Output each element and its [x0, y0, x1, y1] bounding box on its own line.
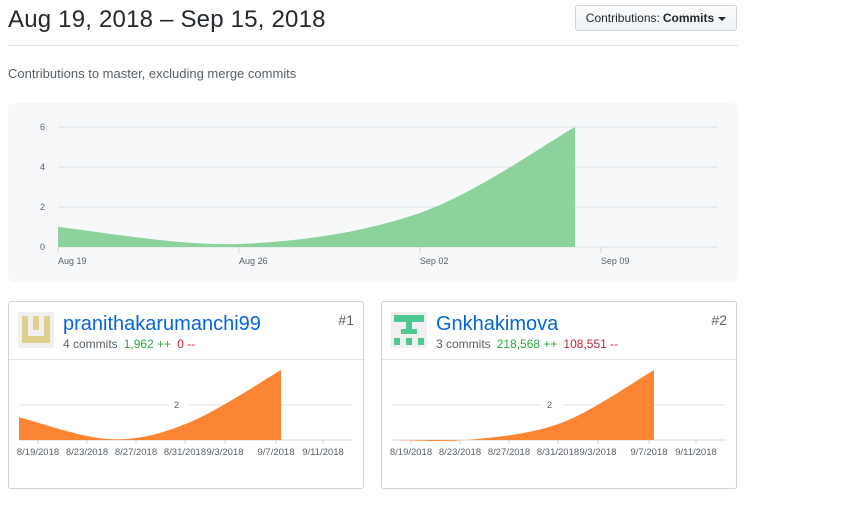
avatar-block	[33, 316, 39, 330]
contributor-header: pranithakarumanchi99 #1 4 commits 1,962 +…	[9, 302, 363, 360]
contributor-rank: #2	[711, 312, 727, 328]
x-tick-label: 9/7/2018	[631, 447, 668, 458]
avatar-block	[394, 338, 400, 345]
y-tick-label: 6	[40, 122, 45, 132]
avatar-block	[401, 329, 417, 334]
avatar-block	[394, 315, 424, 322]
contributor-rank: #1	[338, 312, 354, 328]
x-tick-label: 8/19/2018	[390, 447, 432, 458]
contributions-filter-dropdown[interactable]: Contributions: Commits	[575, 5, 737, 31]
contributor-card: pranithakarumanchi99 #1 4 commits 1,962 +…	[8, 301, 364, 489]
contributor-card: Gnkhakimova #2 3 commits 218,568 ++ 108,55…	[381, 301, 737, 489]
commits-count-link[interactable]: 4 commits	[63, 337, 118, 351]
caret-down-icon	[718, 16, 727, 21]
x-tick-label: 8/31/2018	[537, 447, 579, 458]
y-tick-label: 2	[174, 400, 179, 410]
deletions-count: 108,551 --	[563, 337, 619, 351]
x-tick-label: 9/11/2018	[675, 447, 717, 458]
contributor-name-link[interactable]: pranithakarumanchi99	[63, 313, 261, 336]
x-tick-label: Sep 09	[601, 256, 630, 266]
y-tick-label: 4	[40, 162, 45, 172]
x-tick-label: 8/27/2018	[115, 447, 157, 458]
x-tick-label: 8/31/2018	[164, 447, 206, 458]
avatar-block	[22, 336, 50, 343]
contributor-stats: 4 commits 1,962 ++ 0 --	[63, 337, 195, 351]
avatar[interactable]	[391, 312, 427, 348]
x-tick-label: Aug 26	[239, 256, 268, 266]
y-tick-label: 2	[547, 400, 552, 410]
x-tick-label: 8/23/2018	[66, 447, 108, 458]
contributor-header: Gnkhakimova #2 3 commits 218,568 ++ 108,55…	[382, 302, 736, 360]
contributor-area-chart: 2 8/19/2018 8/23/2018 8/27/2018 8/31/2018 9/3…	[390, 370, 726, 458]
x-tick-label: 8/27/2018	[488, 447, 530, 458]
x-tick-label: Aug 19	[58, 256, 87, 266]
avatar-block	[22, 322, 28, 336]
x-tick-label: 8/23/2018	[439, 447, 481, 458]
avatar-block	[22, 316, 28, 322]
avatar-block	[418, 338, 424, 345]
x-tick-label: Sep 02	[420, 256, 449, 266]
deletions-count: 0 --	[177, 337, 196, 351]
additions-count: 1,962 ++	[123, 337, 172, 351]
x-tick-label: 9/3/2018	[580, 447, 617, 458]
additions-count: 218,568 ++	[496, 337, 558, 351]
x-tick-label: 9/3/2018	[207, 447, 244, 458]
commits-area-series	[58, 127, 575, 247]
commits-chart-svg: 0 2 4 6 Aug 19 Aug 26 Sep 02 Sep 09	[40, 122, 718, 266]
avatar-block	[44, 322, 50, 336]
avatar[interactable]	[18, 312, 54, 348]
commits-count-link[interactable]: 3 commits	[436, 337, 491, 351]
identicon-icon	[391, 312, 427, 348]
contributor-area-chart: 2 8/19/2018 8/23/2018 8/27/2018 8/31/2018 9/3…	[17, 370, 353, 458]
x-tick-label: 9/11/2018	[302, 447, 344, 458]
x-tick-label: 9/7/2018	[258, 447, 295, 458]
avatar-block	[406, 338, 412, 345]
contributor-area-series	[392, 370, 654, 442]
date-range-heading: Aug 19, 2018 – Sep 15, 2018	[8, 6, 326, 33]
contributions-subtitle: Contributions to master, excluding merge…	[8, 66, 297, 81]
y-tick-label: 2	[40, 202, 45, 212]
x-tick-label: 8/19/2018	[17, 447, 59, 458]
y-tick-label: 0	[40, 242, 45, 252]
filter-value: Commits	[662, 11, 715, 25]
filter-label: Contributions:	[585, 11, 660, 25]
avatar-block	[44, 316, 50, 322]
header-divider	[8, 45, 738, 46]
commits-area-chart: 0 2 4 6 Aug 19 Aug 26 Sep 02 Sep 09	[8, 103, 738, 282]
contributor-name-link[interactable]: Gnkhakimova	[436, 313, 558, 336]
contributor-stats: 3 commits 218,568 ++ 108,551 --	[436, 337, 618, 351]
identicon-icon	[18, 312, 54, 348]
